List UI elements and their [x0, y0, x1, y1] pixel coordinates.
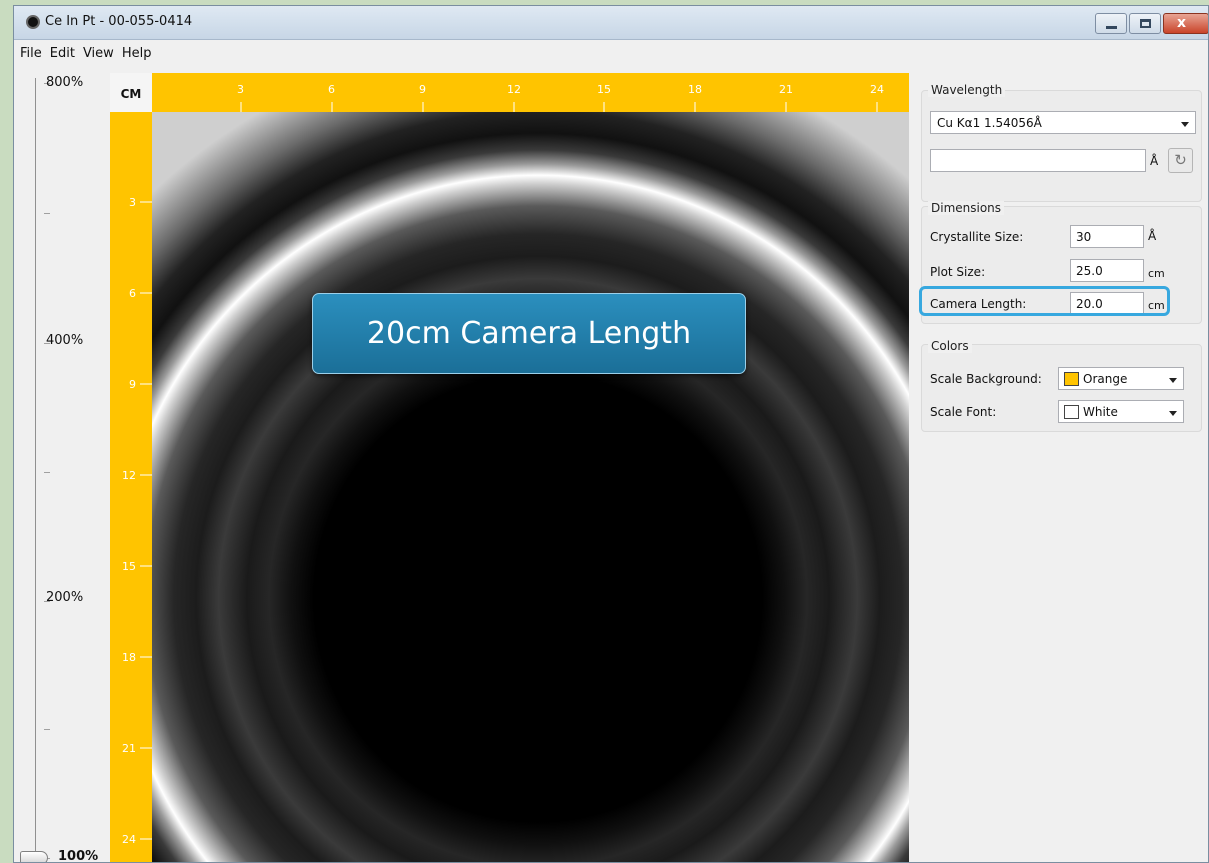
ruler-left-label: 6: [129, 287, 136, 300]
zoom-slider[interactable]: 800% 400% 200% 100%: [14, 68, 107, 863]
close-button[interactable]: x: [1163, 13, 1208, 34]
zoom-label-100: 100%: [58, 849, 99, 863]
ruler-left-label: 3: [129, 196, 136, 209]
title-bar[interactable]: Ce In Pt - 00-055-0414 x: [14, 6, 1208, 40]
dimensions-title: Dimensions: [928, 201, 1005, 215]
menu-file[interactable]: File: [14, 42, 44, 61]
zoom-tick: [44, 472, 50, 473]
ruler-top-label: 3: [237, 83, 244, 96]
settings-panel: Wavelength Cu Kα1 1.54056Å Å ↻ Dimension…: [913, 64, 1208, 862]
wavelength-select[interactable]: Cu Kα1 1.54056Å: [930, 111, 1196, 134]
ruler-left-label: 21: [122, 742, 136, 755]
scale-background-value: Orange: [1083, 372, 1128, 386]
wavelength-selected: Cu Kα1 1.54056Å: [937, 116, 1042, 130]
ruler-left: 3 6 9 12 15 18 21 24: [110, 112, 152, 862]
ruler-top-label: 18: [688, 83, 702, 96]
app-window: Ce In Pt - 00-055-0414 x File Edit View Hel…: [13, 5, 1209, 863]
crystallite-size-label: Crystallite Size:: [930, 230, 1024, 244]
scale-background-label: Scale Background:: [930, 372, 1042, 386]
ruler-left-label: 12: [122, 469, 136, 482]
ruler-unit: CM: [110, 73, 152, 112]
window-title: Ce In Pt - 00-055-0414: [45, 14, 193, 29]
chevron-down-icon: [1169, 378, 1177, 383]
menu-bar: File Edit View Help: [14, 42, 1208, 64]
scale-background-select[interactable]: Orange: [1058, 367, 1184, 390]
zoom-label-200: 200%: [46, 590, 84, 605]
maximize-icon: [1140, 19, 1151, 28]
ruler-top-label: 24: [870, 83, 884, 96]
ruler-left-label: 24: [122, 833, 136, 846]
menu-edit[interactable]: Edit: [44, 42, 77, 61]
diffraction-rings: [152, 112, 909, 862]
scale-font-value: White: [1083, 405, 1118, 419]
ruler-top: 3 6 9 12 15 18 21 24: [152, 73, 909, 112]
ruler-top-label: 21: [779, 83, 793, 96]
wavelength-unit: Å: [1150, 154, 1159, 168]
minimize-button[interactable]: [1095, 13, 1127, 34]
ruler-top-label: 15: [597, 83, 611, 96]
white-swatch-icon: [1064, 405, 1079, 419]
crystallite-size-unit: Å: [1148, 229, 1157, 243]
maximize-button[interactable]: [1129, 13, 1161, 34]
zoom-label-400: 400%: [46, 333, 84, 348]
app-icon: [26, 15, 40, 29]
plot-size-label: Plot Size:: [930, 265, 986, 279]
zoom-tick: [44, 729, 50, 730]
zoom-label-800: 800%: [46, 75, 84, 90]
orange-swatch-icon: [1064, 372, 1079, 386]
diffraction-plot[interactable]: [152, 112, 909, 862]
chevron-down-icon: [1169, 411, 1177, 416]
zoom-tick: [44, 213, 50, 214]
scale-font-select[interactable]: White: [1058, 400, 1184, 423]
ruler-top-label: 6: [328, 83, 335, 96]
wavelength-title: Wavelength: [928, 83, 1006, 97]
close-icon: x: [1177, 15, 1187, 31]
ruler-top-label: 12: [507, 83, 521, 96]
plot-size-input[interactable]: 25.0: [1070, 259, 1144, 282]
menu-help[interactable]: Help: [116, 42, 154, 61]
zoom-slider-thumb[interactable]: [20, 851, 48, 862]
scale-font-label: Scale Font:: [930, 405, 997, 419]
ruler-left-label: 9: [129, 378, 136, 391]
colors-title: Colors: [928, 339, 972, 353]
camera-length-callout: 20cm Camera Length: [312, 293, 746, 374]
chevron-down-icon: [1181, 122, 1189, 127]
ruler-left-label: 15: [122, 560, 136, 573]
ruler-top-label: 9: [419, 83, 426, 96]
camera-length-highlight: [919, 286, 1170, 316]
wavelength-group: Wavelength Cu Kα1 1.54056Å Å ↻: [921, 83, 1202, 202]
colors-group: Colors Scale Background: Orange Scale Fo…: [921, 339, 1202, 432]
plot-size-unit: cm: [1148, 267, 1165, 280]
menu-view[interactable]: View: [77, 42, 116, 61]
refresh-icon[interactable]: ↻: [1168, 148, 1193, 173]
minimize-icon: [1106, 26, 1117, 29]
crystallite-size-input[interactable]: 30: [1070, 225, 1144, 248]
custom-wavelength-input[interactable]: [930, 149, 1146, 172]
zoom-track[interactable]: [35, 78, 36, 862]
ruler-left-label: 18: [122, 651, 136, 664]
ruler-top-ticks: [240, 102, 878, 112]
